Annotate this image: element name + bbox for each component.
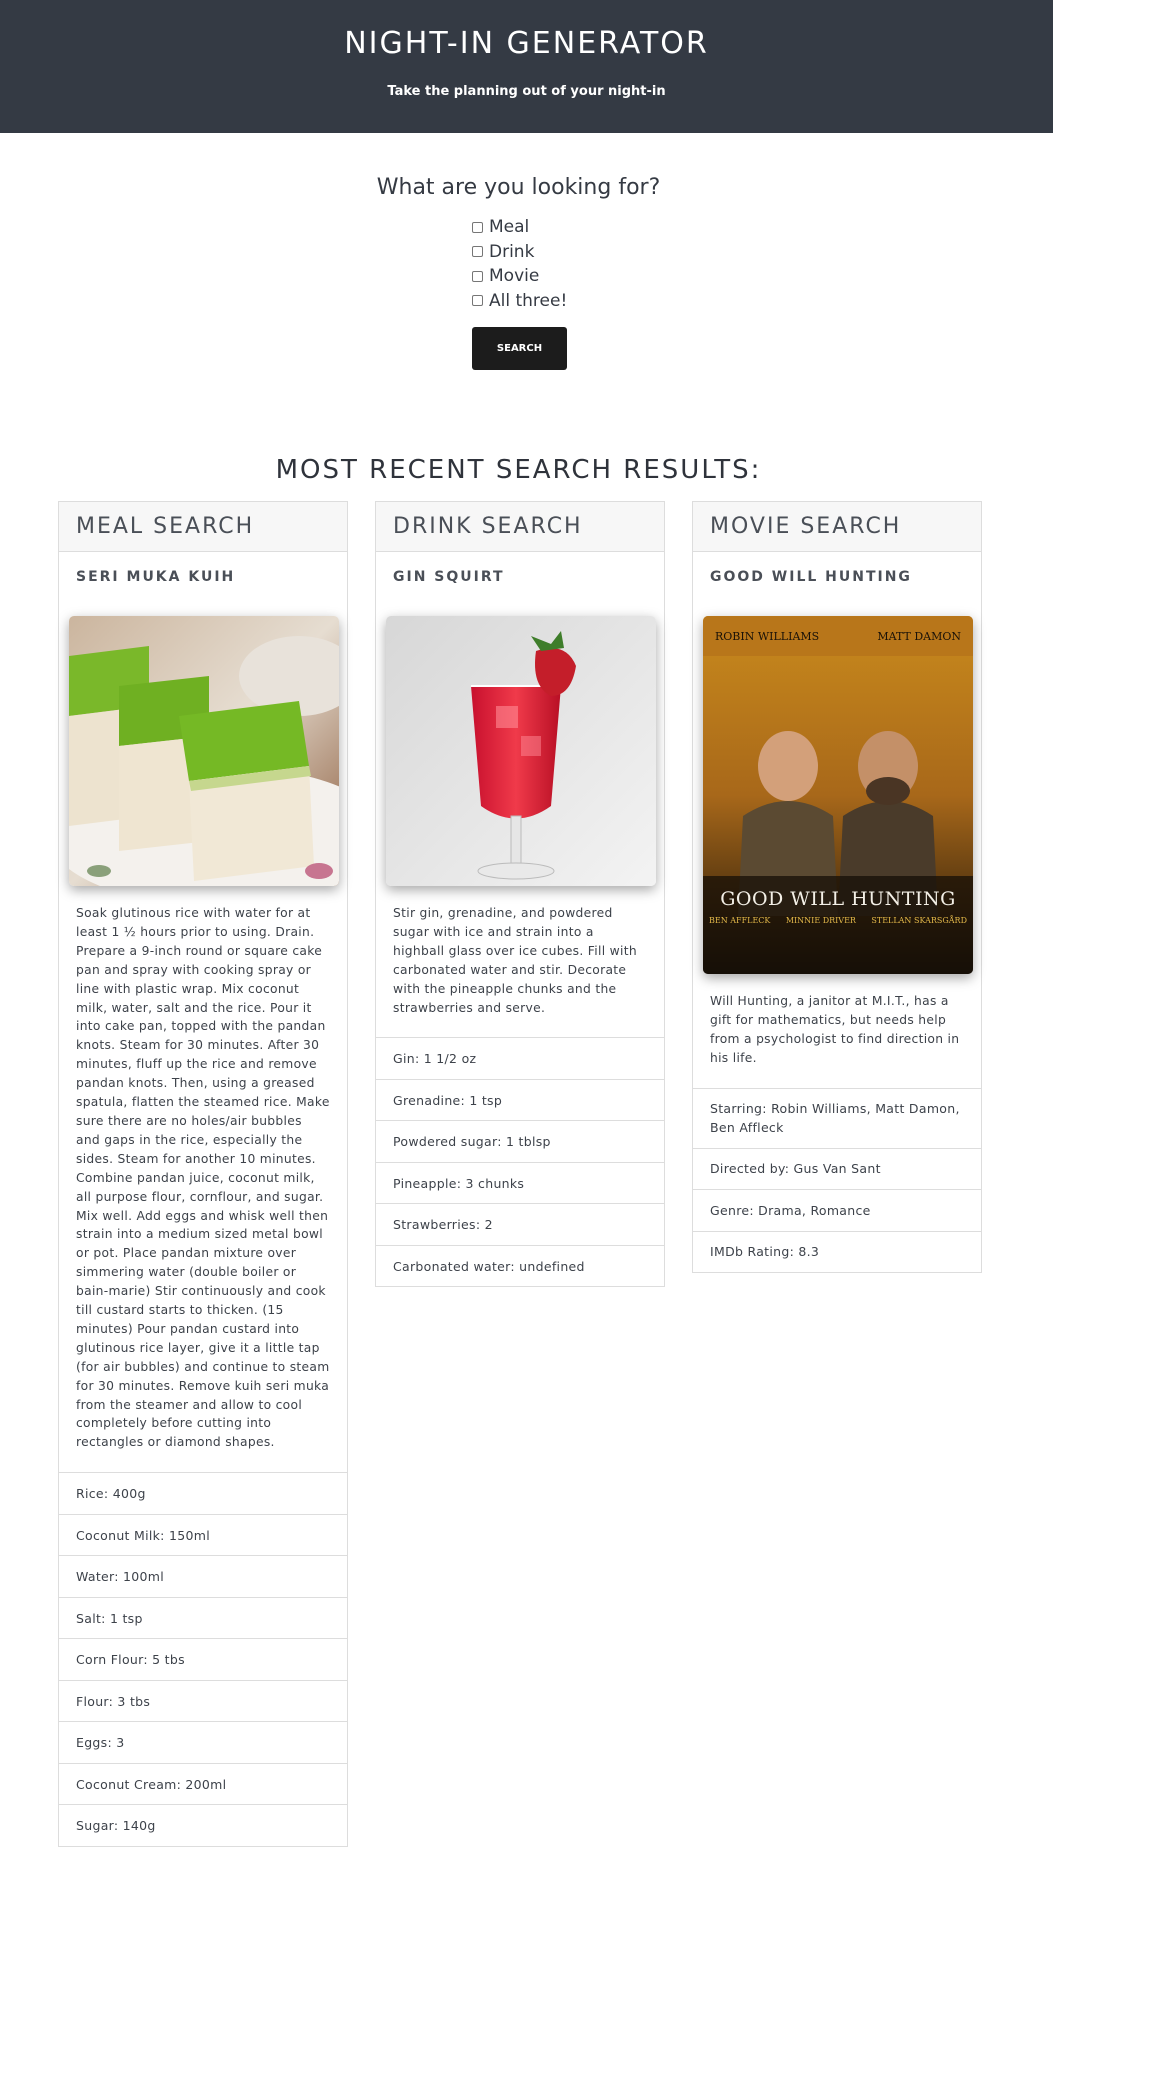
- list-item: Strawberries: 2: [376, 1203, 664, 1245]
- movie-card: MOVIE SEARCH GOOD WILL HUNTING ROBIN WIL…: [692, 501, 982, 1274]
- movie-plot: Will Hunting, a janitor at M.I.T., has a…: [710, 994, 960, 1065]
- option-drink[interactable]: Drink: [472, 240, 567, 265]
- list-item: Powdered sugar: 1 tblsp: [376, 1120, 664, 1162]
- option-all-three[interactable]: All three!: [472, 289, 567, 314]
- option-label: All three!: [489, 290, 568, 311]
- meal-card-header: MEAL SEARCH: [59, 502, 347, 552]
- list-item: Grenadine: 1 tsp: [376, 1078, 664, 1121]
- list-item: Genre: Drama, Romance: [693, 1189, 981, 1231]
- movie-checkbox[interactable]: [472, 270, 483, 282]
- meal-card: MEAL SEARCH SERI MUKA KUIH Soak glutinou…: [58, 501, 348, 1847]
- option-meal[interactable]: Meal: [472, 215, 567, 240]
- list-item: Coconut Milk: 150ml: [59, 1513, 347, 1556]
- drink-ingredient-list: Gin: 1 1/2 oz Grenadine: 1 tsp Powdered …: [376, 1037, 664, 1286]
- option-movie[interactable]: Movie: [472, 264, 567, 289]
- poster-title: GOOD WILL HUNTING: [720, 888, 956, 910]
- poster-cast-name: MINNIE DRIVER: [785, 916, 856, 925]
- meal-ingredient-list: Rice: 400g Coconut Milk: 150ml Water: 10…: [59, 1472, 347, 1846]
- list-item: Flour: 3 tbs: [59, 1679, 347, 1722]
- list-item: Rice: 400g: [59, 1472, 347, 1514]
- list-item: Water: 100ml: [59, 1555, 347, 1597]
- meal-instructions: Soak glutinous rice with water for at le…: [76, 906, 330, 1450]
- list-item: Carbonated water: undefined: [376, 1244, 664, 1287]
- option-label: Drink: [489, 241, 535, 262]
- poster-cast-name: STELLAN SKARSGÅRD: [871, 916, 967, 925]
- poster-actor-left: ROBIN WILLIAMS: [715, 630, 820, 643]
- movie-poster: ROBIN WILLIAMS MATT DAMON GOOD WILL HUNT…: [703, 616, 973, 974]
- list-item: Gin: 1 1/2 oz: [376, 1037, 664, 1079]
- option-label: Movie: [489, 266, 540, 287]
- movie-card-header: MOVIE SEARCH: [693, 502, 981, 552]
- drink-card: DRINK SEARCH GIN SQUIRT Stir gin, grenad…: [375, 501, 665, 1288]
- list-item: IMDb Rating: 8.3: [693, 1230, 981, 1273]
- list-item: Corn Flour: 5 tbs: [59, 1638, 347, 1680]
- app-tagline: Take the planning out of your night-in: [387, 84, 666, 99]
- meal-image: [69, 616, 339, 886]
- option-label: Meal: [489, 217, 530, 238]
- movie-detail-list: Starring: Robin Williams, Matt Damon, Be…: [693, 1087, 981, 1273]
- drink-card-header: DRINK SEARCH: [376, 502, 664, 552]
- list-item: Eggs: 3: [59, 1721, 347, 1763]
- list-item: Salt: 1 tsp: [59, 1596, 347, 1639]
- search-prompt: What are you looking for?: [376, 175, 661, 200]
- list-item: Sugar: 140g: [59, 1804, 347, 1846]
- movie-title: GOOD WILL HUNTING: [710, 569, 912, 585]
- search-button[interactable]: SEARCH: [472, 327, 567, 370]
- drink-image: [386, 616, 656, 886]
- poster-cast-line: BEN AFFLECK MINNIE DRIVER STELLAN SKARSG…: [709, 916, 967, 925]
- app-title: NIGHT-IN GENERATOR: [344, 26, 709, 61]
- all-three-checkbox[interactable]: [472, 295, 483, 307]
- list-item: Pineapple: 3 chunks: [376, 1161, 664, 1204]
- search-form: What are you looking for? Meal Drink Mov…: [0, 175, 1037, 370]
- list-item: Coconut Cream: 200ml: [59, 1762, 347, 1805]
- drink-instructions: Stir gin, grenadine, and powdered sugar …: [393, 906, 637, 1015]
- list-item: Directed by: Gus Van Sant: [693, 1147, 981, 1190]
- meal-name: SERI MUKA KUIH: [76, 569, 236, 585]
- poster-actor-right: MATT DAMON: [877, 630, 961, 643]
- list-item: Starring: Robin Williams, Matt Damon, Be…: [693, 1087, 981, 1148]
- page-header: NIGHT-IN GENERATOR Take the planning out…: [0, 0, 1053, 133]
- meal-checkbox[interactable]: [472, 221, 483, 233]
- results-title: MOST RECENT SEARCH RESULTS:: [275, 455, 762, 485]
- poster-cast-name: BEN AFFLECK: [709, 916, 771, 925]
- drink-checkbox[interactable]: [472, 246, 483, 258]
- drink-name: GIN SQUIRT: [393, 569, 505, 585]
- search-options: Meal Drink Movie All three!: [472, 215, 567, 313]
